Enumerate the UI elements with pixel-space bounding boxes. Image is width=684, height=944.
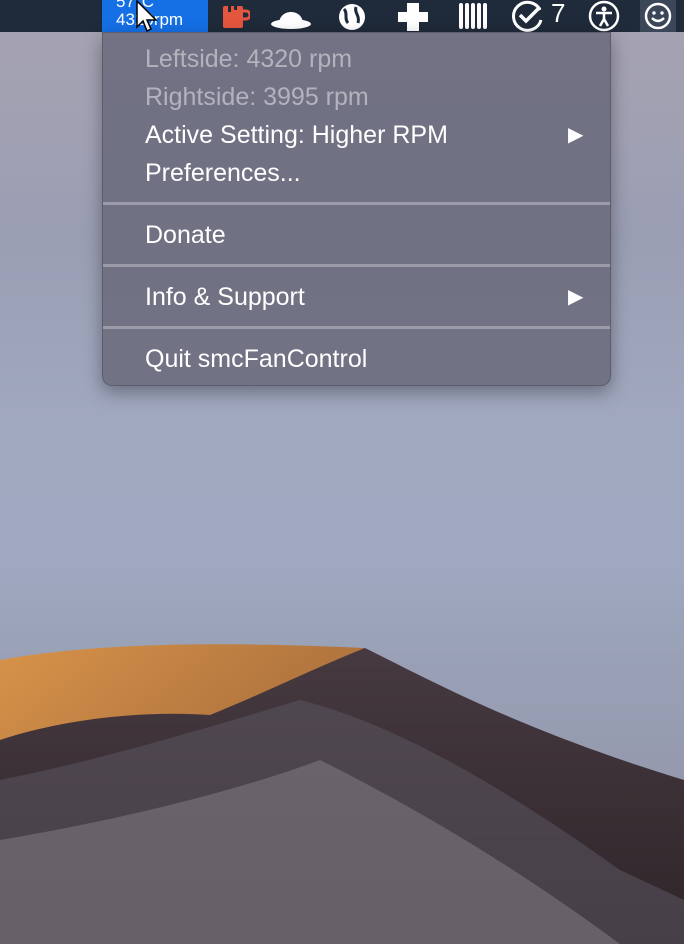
submenu-arrow-icon: ▶ bbox=[568, 286, 584, 308]
menu-bar: 57°C 4320rpm bbox=[0, 0, 684, 32]
desert-dunes-image bbox=[0, 644, 684, 944]
smcfancontrol-dropdown-menu: Leftside: 4320 rpm Rightside: 3995 rpm A… bbox=[102, 32, 611, 386]
accessibility-icon[interactable] bbox=[586, 0, 622, 32]
check-count: 7 bbox=[551, 0, 566, 28]
menu-separator bbox=[103, 326, 610, 329]
menu-separator bbox=[103, 264, 610, 267]
menu-item-quit[interactable]: Quit smcFanControl bbox=[145, 341, 367, 377]
menu-item-preferences[interactable]: Preferences... bbox=[145, 155, 301, 191]
submenu-arrow-icon: ▶ bbox=[568, 124, 584, 146]
checkmark-circle-icon[interactable] bbox=[508, 0, 548, 32]
coffee-cup-icon[interactable] bbox=[217, 0, 253, 32]
menu-item-rightside-rpm: Rightside: 3995 rpm bbox=[145, 83, 369, 111]
barcode-icon[interactable] bbox=[455, 0, 491, 32]
menu-separator bbox=[103, 202, 610, 205]
smiley-icon[interactable] bbox=[640, 0, 676, 32]
mouse-pointer-icon bbox=[136, 0, 158, 33]
menu-item-donate[interactable]: Donate bbox=[145, 217, 226, 253]
plus-tile-icon[interactable] bbox=[394, 0, 432, 32]
menu-item-leftside-rpm: Leftside: 4320 rpm bbox=[145, 45, 353, 73]
globe-icon[interactable] bbox=[332, 0, 372, 32]
alien-hat-icon[interactable] bbox=[268, 0, 314, 32]
menu-item-info-support[interactable]: Info & Support bbox=[145, 279, 305, 315]
menu-item-active-setting[interactable]: Active Setting: Higher RPM bbox=[145, 117, 448, 153]
